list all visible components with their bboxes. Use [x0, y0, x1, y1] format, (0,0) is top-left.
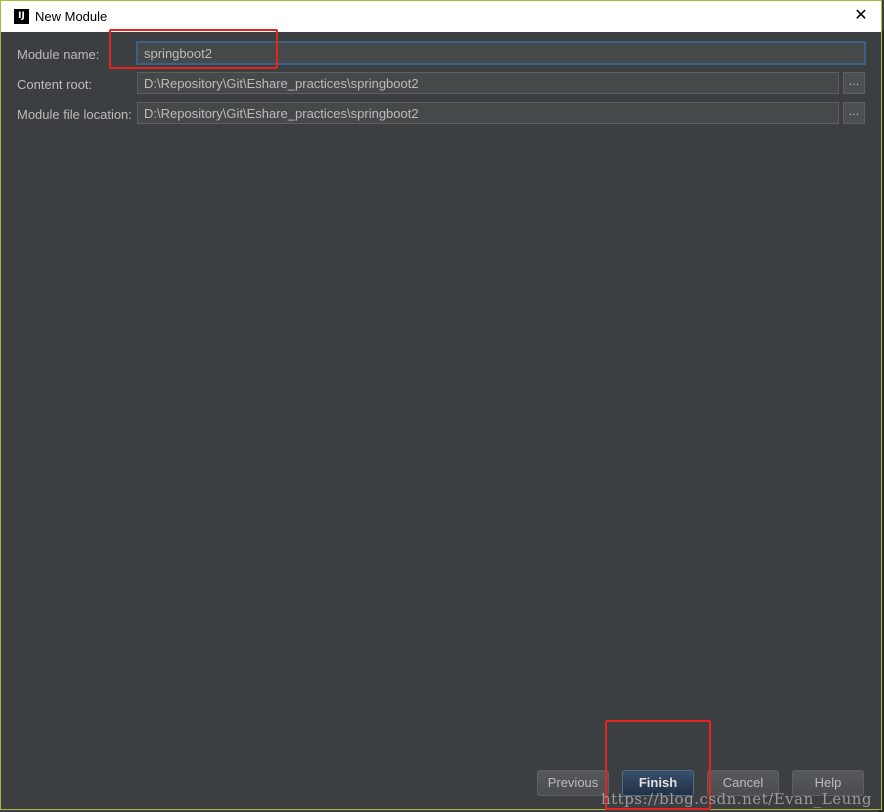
content-root-label: Content root:: [17, 77, 93, 92]
window-title: New Module: [35, 9, 108, 24]
content-root-browse-button[interactable]: ...: [843, 72, 865, 94]
module-file-location-label: Module file location:: [17, 107, 132, 122]
content-root-input[interactable]: [137, 72, 839, 94]
title-bar: IJ New Module ✕: [1, 1, 881, 32]
dialog-content: Module name: Content root: ... Module fi…: [5, 33, 877, 805]
intellij-app-icon: IJ: [14, 9, 29, 24]
watermark-text: https://blog.csdn.net/Evan_Leung: [600, 790, 872, 808]
module-name-input[interactable]: [137, 42, 865, 64]
module-file-location-input[interactable]: [137, 102, 839, 124]
module-name-label: Module name:: [17, 47, 100, 62]
module-name-row: Module name:: [5, 42, 877, 66]
content-root-row: Content root: ...: [5, 72, 877, 96]
module-file-location-browse-button[interactable]: ...: [843, 102, 865, 124]
module-file-location-row: Module file location: ...: [5, 102, 877, 126]
new-module-dialog: IJ New Module ✕ Module name: Content roo…: [0, 0, 882, 810]
close-icon[interactable]: ✕: [849, 5, 873, 27]
previous-button[interactable]: Previous: [537, 770, 609, 796]
